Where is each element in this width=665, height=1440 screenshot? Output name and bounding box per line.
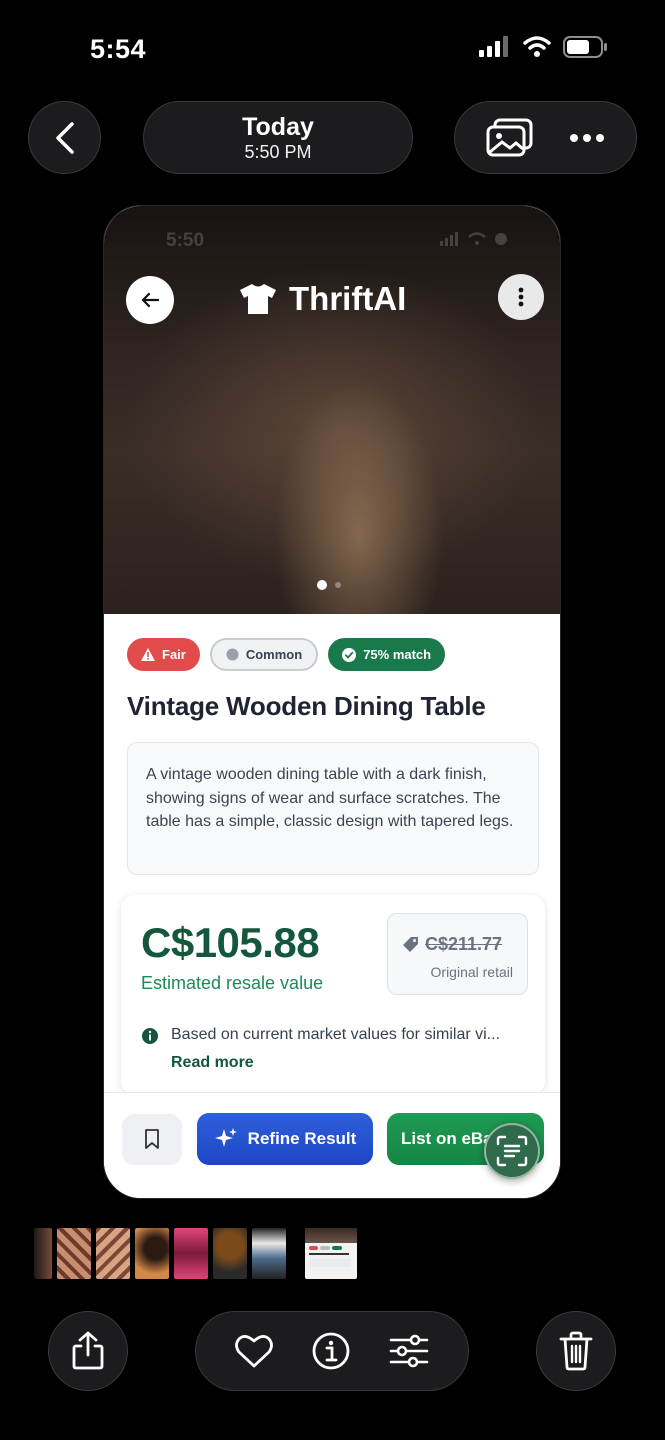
check-icon bbox=[342, 647, 357, 662]
carousel-dots bbox=[317, 580, 341, 590]
app-name: ThriftAI bbox=[289, 280, 407, 317]
share-button[interactable] bbox=[48, 1311, 128, 1391]
live-text-button[interactable] bbox=[484, 1123, 540, 1179]
share-icon bbox=[72, 1331, 104, 1370]
date-title: Today bbox=[242, 112, 314, 141]
circle-icon bbox=[226, 648, 239, 661]
thumbnail[interactable] bbox=[174, 1228, 208, 1279]
item-photo: 5:50 ThriftAI bbox=[104, 206, 560, 614]
tag-icon bbox=[403, 937, 418, 952]
top-actions bbox=[454, 101, 637, 174]
wifi-icon bbox=[523, 36, 551, 57]
original-label: Original retail bbox=[430, 964, 513, 980]
original-retail-box: C$211.77 Original retail bbox=[387, 913, 528, 995]
signal-icon bbox=[479, 36, 508, 57]
arrow-left-icon bbox=[141, 292, 159, 308]
thumbnail[interactable] bbox=[213, 1228, 247, 1279]
heart-icon[interactable] bbox=[235, 1334, 274, 1368]
resale-price: C$105.88 bbox=[141, 919, 320, 966]
original-price: C$211.77 bbox=[402, 934, 502, 955]
thumbnail[interactable] bbox=[135, 1228, 169, 1279]
thumbnail[interactable] bbox=[252, 1228, 286, 1279]
item-title: Vintage Wooden Dining Table bbox=[127, 691, 486, 721]
thumbnail[interactable] bbox=[34, 1228, 52, 1279]
market-info: Based on current market values for simil… bbox=[141, 1026, 531, 1045]
app-back-button[interactable] bbox=[126, 276, 174, 324]
date-time: 5:50 PM bbox=[244, 141, 312, 162]
inner-status-icons bbox=[440, 232, 508, 246]
read-more-link[interactable]: Read more bbox=[171, 1054, 254, 1072]
battery-icon bbox=[495, 233, 507, 245]
thumbnail-current[interactable] bbox=[305, 1228, 357, 1279]
delete-button[interactable] bbox=[536, 1311, 616, 1391]
sparkle-icon bbox=[214, 1128, 237, 1147]
price-card: C$105.88 Estimated resale value C$211.77… bbox=[121, 895, 545, 1095]
info-icon bbox=[142, 1028, 158, 1044]
adjust-icon[interactable] bbox=[389, 1334, 429, 1368]
tshirt-icon bbox=[240, 284, 276, 314]
more-vertical-icon bbox=[518, 287, 524, 307]
carousel-dot-active bbox=[317, 580, 327, 590]
more-icon[interactable] bbox=[569, 133, 605, 143]
screenshot-preview[interactable]: 5:50 ThriftAI Fair Common 75% match Vint… bbox=[103, 205, 561, 1199]
inner-status-time: 5:50 bbox=[166, 230, 205, 251]
bookmark-icon bbox=[145, 1129, 159, 1149]
rarity-badge: Common bbox=[209, 638, 319, 671]
trash-icon bbox=[559, 1331, 593, 1371]
wifi-icon bbox=[468, 232, 486, 245]
battery-icon bbox=[563, 36, 607, 58]
action-bar: Refine Result List on eBay bbox=[104, 1092, 560, 1198]
info-icon[interactable] bbox=[312, 1332, 350, 1370]
item-details: Fair Common 75% match Vintage Wooden Din… bbox=[104, 614, 560, 1198]
status-time: 5:54 bbox=[90, 34, 147, 64]
chevron-left-icon bbox=[55, 121, 74, 154]
resale-label: Estimated resale value bbox=[141, 973, 324, 993]
item-description: A vintage wooden dining table with a dar… bbox=[127, 742, 539, 875]
warning-icon bbox=[141, 648, 155, 661]
app-menu-button[interactable] bbox=[498, 274, 544, 320]
thumbnail[interactable] bbox=[96, 1228, 130, 1279]
carousel-dot bbox=[335, 582, 341, 588]
thumbnail-strip bbox=[34, 1228, 357, 1279]
photo-stack-icon[interactable] bbox=[486, 118, 534, 158]
bookmark-button[interactable] bbox=[122, 1114, 182, 1165]
condition-badge: Fair bbox=[127, 638, 200, 671]
market-info-text: Based on current market values for simil… bbox=[171, 1026, 501, 1043]
app-logo: ThriftAI bbox=[239, 280, 406, 318]
toolbar-group bbox=[195, 1311, 469, 1391]
thumbnail[interactable] bbox=[57, 1228, 91, 1279]
match-badge: 75% match bbox=[328, 638, 446, 671]
back-button[interactable] bbox=[28, 101, 101, 174]
date-pill[interactable]: Today 5:50 PM bbox=[143, 101, 413, 174]
scan-text-icon bbox=[496, 1135, 528, 1167]
status-icons bbox=[479, 36, 609, 58]
signal-icon bbox=[440, 232, 458, 246]
badges: Fair Common 75% match bbox=[127, 638, 446, 671]
refine-result-button[interactable]: Refine Result bbox=[197, 1113, 373, 1165]
